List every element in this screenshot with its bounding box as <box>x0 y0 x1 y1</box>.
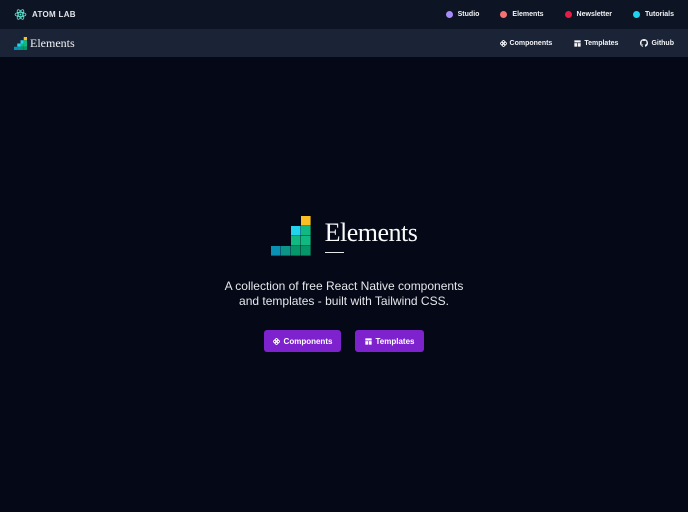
hero-title: Elements <box>324 218 418 247</box>
components-button-label: Components <box>283 336 333 346</box>
templates-icon <box>364 337 372 345</box>
components-button[interactable]: Components <box>264 330 341 352</box>
nav-link-label: Components <box>509 39 553 47</box>
top-link-label: Tutorials <box>644 11 674 18</box>
nav-link-templates[interactable]: Templates <box>574 40 618 47</box>
nav-link-components[interactable]: Components <box>499 39 553 47</box>
hero-logo: Elements <box>270 216 418 256</box>
top-link-elements[interactable]: Elements <box>500 11 544 18</box>
components-icon <box>499 39 507 47</box>
nav-link-label: Github <box>651 39 674 47</box>
hero-section: Elements A collection of free React Nati… <box>0 57 688 512</box>
nav-link-label: Templates <box>584 39 619 47</box>
github-icon <box>640 39 649 47</box>
tagline-line-2: and templates - built with Tailwind CSS. <box>239 294 449 308</box>
nav-links: Components Templates Github <box>499 39 674 47</box>
templates-icon <box>574 39 581 47</box>
top-link-label: Elements <box>512 11 544 18</box>
main-navbar: Elements Components Templates Github <box>0 29 688 57</box>
elements-logo-link[interactable]: Elements <box>14 36 75 51</box>
hero-title-underline <box>324 252 344 253</box>
elements-logo-icon <box>270 216 311 256</box>
tutorials-dot-icon <box>632 11 640 18</box>
atom-icon <box>14 9 27 20</box>
hero-title-wrap: Elements <box>324 218 418 253</box>
brand-label: ATOM LAB <box>32 10 76 19</box>
tagline-line-1: A collection of free React Native compon… <box>224 279 464 293</box>
top-links: Studio Elements Newsletter Tutorials <box>445 11 674 18</box>
templates-button[interactable]: Templates <box>355 330 424 352</box>
hero-actions: Components Templates <box>264 330 424 352</box>
top-link-tutorials[interactable]: Tutorials <box>632 11 674 18</box>
studio-dot-icon <box>445 11 453 18</box>
hero-tagline: A collection of free React Native compon… <box>214 279 474 309</box>
components-icon <box>272 337 280 345</box>
atom-lab-brand[interactable]: ATOM LAB <box>14 8 76 21</box>
elements-logo-icon <box>14 36 27 50</box>
top-link-label: Studio <box>457 11 480 18</box>
top-link-studio[interactable]: Studio <box>445 11 480 18</box>
templates-button-label: Templates <box>375 336 415 346</box>
top-link-label: Newsletter <box>576 11 612 18</box>
nav-logo-text: Elements <box>30 35 75 50</box>
nav-link-github[interactable]: Github <box>640 39 674 47</box>
newsletter-dot-icon <box>564 11 572 18</box>
top-bar: ATOM LAB Studio Elements Newsletter Tuto… <box>0 0 688 29</box>
top-link-newsletter[interactable]: Newsletter <box>564 11 612 18</box>
elements-dot-icon <box>500 11 508 18</box>
